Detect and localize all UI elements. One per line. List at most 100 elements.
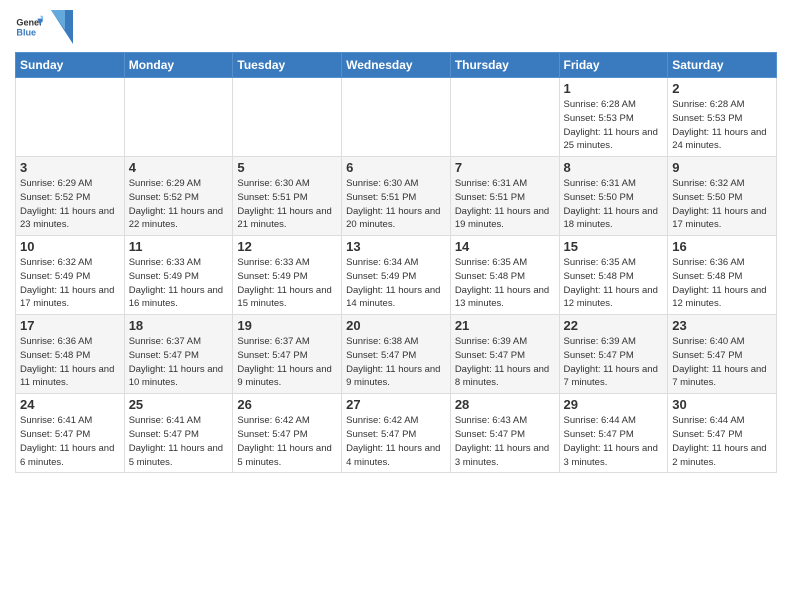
- day-number: 26: [237, 397, 337, 412]
- day-detail: Sunrise: 6:43 AM Sunset: 5:47 PM Dayligh…: [455, 414, 555, 469]
- calendar-cell: 1Sunrise: 6:28 AM Sunset: 5:53 PM Daylig…: [559, 78, 668, 157]
- calendar-cell: [16, 78, 125, 157]
- day-detail: Sunrise: 6:39 AM Sunset: 5:47 PM Dayligh…: [455, 335, 555, 390]
- day-detail: Sunrise: 6:30 AM Sunset: 5:51 PM Dayligh…: [237, 177, 337, 232]
- day-number: 16: [672, 239, 772, 254]
- day-detail: Sunrise: 6:38 AM Sunset: 5:47 PM Dayligh…: [346, 335, 446, 390]
- day-detail: Sunrise: 6:42 AM Sunset: 5:47 PM Dayligh…: [237, 414, 337, 469]
- day-number: 22: [564, 318, 664, 333]
- calendar-week-row: 1 Sunrise: 6:28 AM Sunset: 5:53 PM Daylig…: [16, 78, 777, 157]
- day-number: 21: [455, 318, 555, 333]
- day-number: 4: [129, 160, 229, 175]
- day-number: 27: [346, 397, 446, 412]
- day-detail: Sunrise: 6:40 AM Sunset: 5:47 PM Dayligh…: [672, 335, 772, 390]
- weekday-header-tuesday: Tuesday: [233, 53, 342, 78]
- day-number: 1: [564, 81, 664, 96]
- calendar-cell: 24Sunrise: 6:41 AM Sunset: 5:47 PM Dayli…: [16, 394, 125, 473]
- calendar-week-row: 10Sunrise: 6:32 AM Sunset: 5:49 PM Dayli…: [16, 236, 777, 315]
- calendar-cell: 21 Sunrise: 6:39 AM Sunset: 5:47 PM Dayli…: [450, 315, 559, 394]
- logo-arrow-icon: [51, 10, 73, 44]
- day-detail: Sunrise: 6:44 AM Sunset: 5:47 PM Dayligh…: [672, 414, 772, 469]
- day-detail: Sunrise: 6:34 AM Sunset: 5:49 PM Dayligh…: [346, 256, 446, 311]
- day-number: 24: [20, 397, 120, 412]
- calendar-cell: [233, 78, 342, 157]
- calendar-cell: 8Sunrise: 6:31 AM Sunset: 5:50 PM Daylig…: [559, 157, 668, 236]
- day-number: 2: [672, 81, 772, 96]
- day-detail: Sunrise: 6:41 AM Sunset: 5:47 PM Dayligh…: [129, 414, 229, 469]
- day-detail: Sunrise: 6:33 AM Sunset: 5:49 PM Dayligh…: [237, 256, 337, 311]
- day-number: 6: [346, 160, 446, 175]
- day-number: 3: [20, 160, 120, 175]
- day-number: 20: [346, 318, 446, 333]
- calendar-cell: 19 Sunrise: 6:37 AM Sunset: 5:47 PM Dayli…: [233, 315, 342, 394]
- calendar-cell: 30 Sunrise: 6:44 AM Sunset: 5:47 PM Dayli…: [668, 394, 777, 473]
- day-number: 5: [237, 160, 337, 175]
- calendar-week-row: 3 Sunrise: 6:29 AM Sunset: 5:52 PM Daylig…: [16, 157, 777, 236]
- day-number: 7: [455, 160, 555, 175]
- calendar-cell: 16 Sunrise: 6:36 AM Sunset: 5:48 PM Dayli…: [668, 236, 777, 315]
- calendar-cell: 6 Sunrise: 6:30 AM Sunset: 5:51 PM Daylig…: [342, 157, 451, 236]
- logo-icon: General Blue: [15, 13, 43, 41]
- calendar-table: SundayMondayTuesdayWednesdayThursdayFrid…: [15, 52, 777, 473]
- weekday-header-wednesday: Wednesday: [342, 53, 451, 78]
- calendar-cell: [450, 78, 559, 157]
- day-detail: Sunrise: 6:32 AM Sunset: 5:50 PM Dayligh…: [672, 177, 772, 232]
- day-detail: Sunrise: 6:31 AM Sunset: 5:51 PM Dayligh…: [455, 177, 555, 232]
- day-detail: Sunrise: 6:39 AM Sunset: 5:47 PM Dayligh…: [564, 335, 664, 390]
- day-detail: Sunrise: 6:29 AM Sunset: 5:52 PM Dayligh…: [20, 177, 120, 232]
- calendar-cell: [342, 78, 451, 157]
- calendar-cell: 12 Sunrise: 6:33 AM Sunset: 5:49 PM Dayli…: [233, 236, 342, 315]
- day-detail: Sunrise: 6:31 AM Sunset: 5:50 PM Dayligh…: [564, 177, 664, 232]
- day-number: 17: [20, 318, 120, 333]
- day-number: 11: [129, 239, 229, 254]
- calendar-week-row: 24 Sunrise: 6:41 AM Sunset: 5:47 PM Dayli…: [16, 394, 777, 473]
- calendar-cell: 9 Sunrise: 6:32 AM Sunset: 5:50 PM Daylig…: [668, 157, 777, 236]
- day-number: 9: [672, 160, 772, 175]
- calendar-cell: 29Sunrise: 6:44 AM Sunset: 5:47 PM Dayli…: [559, 394, 668, 473]
- day-detail: Sunrise: 6:30 AM Sunset: 5:51 PM Dayligh…: [346, 177, 446, 232]
- calendar-cell: 10Sunrise: 6:32 AM Sunset: 5:49 PM Dayli…: [16, 236, 125, 315]
- calendar-cell: 11 Sunrise: 6:33 AM Sunset: 5:49 PM Dayli…: [124, 236, 233, 315]
- day-detail: Sunrise: 6:35 AM Sunset: 5:48 PM Dayligh…: [455, 256, 555, 311]
- weekday-header-saturday: Saturday: [668, 53, 777, 78]
- logo: General Blue: [15, 10, 73, 44]
- day-number: 18: [129, 318, 229, 333]
- day-number: 15: [564, 239, 664, 254]
- calendar-cell: [124, 78, 233, 157]
- day-detail: Sunrise: 6:36 AM Sunset: 5:48 PM Dayligh…: [20, 335, 120, 390]
- calendar-cell: 7 Sunrise: 6:31 AM Sunset: 5:51 PM Daylig…: [450, 157, 559, 236]
- weekday-header-thursday: Thursday: [450, 53, 559, 78]
- day-number: 28: [455, 397, 555, 412]
- calendar-cell: 27 Sunrise: 6:42 AM Sunset: 5:47 PM Dayli…: [342, 394, 451, 473]
- day-detail: Sunrise: 6:36 AM Sunset: 5:48 PM Dayligh…: [672, 256, 772, 311]
- day-detail: Sunrise: 6:42 AM Sunset: 5:47 PM Dayligh…: [346, 414, 446, 469]
- day-detail: Sunrise: 6:33 AM Sunset: 5:49 PM Dayligh…: [129, 256, 229, 311]
- calendar-cell: 15Sunrise: 6:35 AM Sunset: 5:48 PM Dayli…: [559, 236, 668, 315]
- day-number: 14: [455, 239, 555, 254]
- day-detail: Sunrise: 6:32 AM Sunset: 5:49 PM Dayligh…: [20, 256, 120, 311]
- weekday-header-monday: Monday: [124, 53, 233, 78]
- day-number: 23: [672, 318, 772, 333]
- calendar-cell: 14 Sunrise: 6:35 AM Sunset: 5:48 PM Dayli…: [450, 236, 559, 315]
- svg-text:Blue: Blue: [16, 27, 36, 37]
- day-number: 19: [237, 318, 337, 333]
- calendar-cell: 26 Sunrise: 6:42 AM Sunset: 5:47 PM Dayli…: [233, 394, 342, 473]
- day-detail: Sunrise: 6:44 AM Sunset: 5:47 PM Dayligh…: [564, 414, 664, 469]
- calendar-cell: 2 Sunrise: 6:28 AM Sunset: 5:53 PM Daylig…: [668, 78, 777, 157]
- day-detail: Sunrise: 6:29 AM Sunset: 5:52 PM Dayligh…: [129, 177, 229, 232]
- calendar-cell: 20 Sunrise: 6:38 AM Sunset: 5:47 PM Dayli…: [342, 315, 451, 394]
- day-number: 30: [672, 397, 772, 412]
- calendar-cell: 25Sunrise: 6:41 AM Sunset: 5:47 PM Dayli…: [124, 394, 233, 473]
- day-detail: Sunrise: 6:28 AM Sunset: 5:53 PM Dayligh…: [672, 98, 772, 153]
- day-detail: Sunrise: 6:37 AM Sunset: 5:47 PM Dayligh…: [129, 335, 229, 390]
- calendar-cell: 13Sunrise: 6:34 AM Sunset: 5:49 PM Dayli…: [342, 236, 451, 315]
- calendar-cell: 18 Sunrise: 6:37 AM Sunset: 5:47 PM Dayli…: [124, 315, 233, 394]
- calendar-cell: 17 Sunrise: 6:36 AM Sunset: 5:48 PM Dayli…: [16, 315, 125, 394]
- day-number: 12: [237, 239, 337, 254]
- calendar-cell: 22 Sunrise: 6:39 AM Sunset: 5:47 PM Dayli…: [559, 315, 668, 394]
- day-detail: Sunrise: 6:37 AM Sunset: 5:47 PM Dayligh…: [237, 335, 337, 390]
- calendar-cell: 4 Sunrise: 6:29 AM Sunset: 5:52 PM Daylig…: [124, 157, 233, 236]
- header: General Blue: [15, 10, 777, 44]
- page-container: General Blue SundayMondayTuesdayWednesda…: [0, 0, 792, 483]
- calendar-cell: 28 Sunrise: 6:43 AM Sunset: 5:47 PM Dayli…: [450, 394, 559, 473]
